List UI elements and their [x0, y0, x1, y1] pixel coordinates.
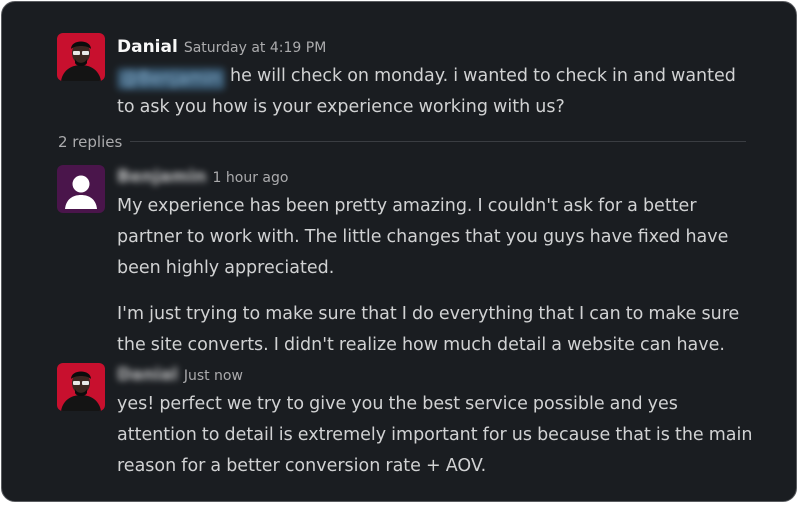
- author-name[interactable]: Danial: [117, 37, 178, 57]
- author-name[interactable]: Danial: [117, 365, 178, 385]
- message-text: I'm just trying to make sure that I do e…: [117, 304, 740, 355]
- timestamp[interactable]: Just now: [184, 368, 243, 384]
- avatar-danial-icon[interactable]: [57, 363, 105, 411]
- timestamp[interactable]: Saturday at 4:19 PM: [184, 40, 326, 56]
- message-header: Danial Saturday at 4:19 PM: [117, 35, 756, 59]
- message-header: Danial Just now: [117, 363, 756, 387]
- message-text: @Benjamin he will check on monday. i wan…: [117, 66, 736, 117]
- thread-replies-divider: 2 replies: [58, 128, 746, 156]
- timestamp[interactable]: 1 hour ago: [213, 170, 289, 186]
- author-name[interactable]: Benjamin: [117, 167, 207, 187]
- divider-line: [130, 141, 746, 142]
- message-text: My experience has been pretty amazing. I…: [117, 196, 729, 278]
- user-mention[interactable]: @Benjamin: [117, 68, 225, 90]
- replies-count[interactable]: 2 replies: [58, 128, 122, 156]
- avatar-danial-icon[interactable]: [57, 33, 105, 81]
- avatar-benjamin-icon[interactable]: [57, 165, 105, 213]
- message-thread: Danial Saturday at 4:19 PM @Benjamin he w…: [1, 1, 797, 502]
- message-text: yes! perfect we try to give you the best…: [117, 394, 753, 476]
- message-header: Benjamin 1 hour ago: [117, 165, 756, 189]
